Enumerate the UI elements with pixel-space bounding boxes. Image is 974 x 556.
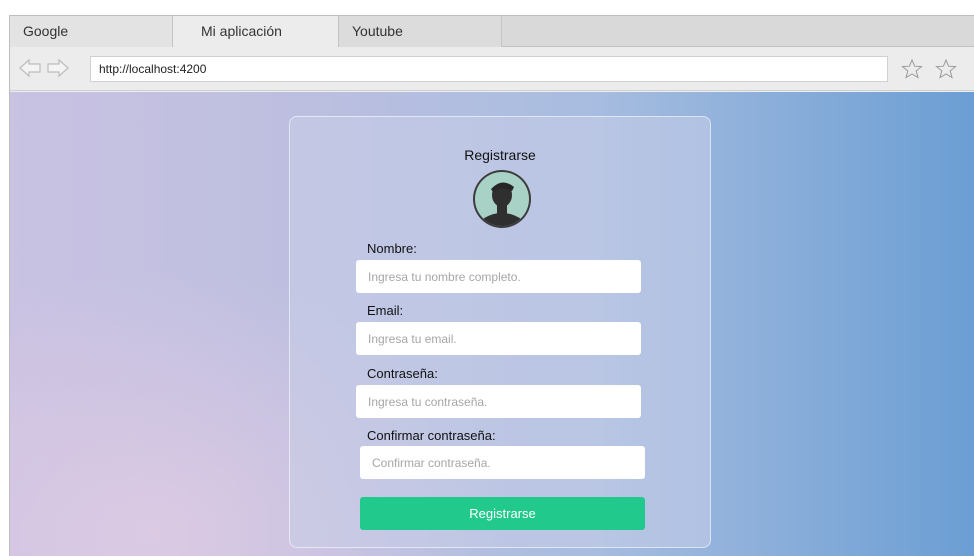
label-contrasena: Contraseña: (367, 366, 438, 381)
arrow-left-icon[interactable] (18, 57, 42, 79)
form-title: Registrarse (464, 147, 536, 163)
tab-bar: Google Mi aplicación Youtube (10, 16, 974, 47)
url-bar[interactable]: http://localhost:4200 (90, 56, 888, 82)
tab-google[interactable]: Google (10, 16, 173, 47)
email-input[interactable] (356, 322, 641, 355)
nombre-input[interactable] (356, 260, 641, 293)
browser-window: Google Mi aplicación Youtube http://loca… (9, 15, 974, 556)
star-icon[interactable] (934, 58, 958, 80)
bookmark-icons (900, 58, 970, 80)
label-nombre: Nombre: (367, 241, 417, 256)
arrow-right-icon[interactable] (46, 57, 70, 79)
label-confirmar-contrasena: Confirmar contraseña: (367, 428, 496, 443)
tab-mi-aplicacion[interactable]: Mi aplicación (173, 16, 339, 47)
address-toolbar: http://localhost:4200 (10, 47, 974, 91)
user-avatar-icon (473, 170, 531, 228)
nav-arrows (18, 57, 78, 79)
confirm-password-input[interactable] (360, 446, 645, 479)
password-input[interactable] (356, 385, 641, 418)
star-icon[interactable] (900, 58, 924, 80)
register-card: Registrarse Nombre: Email: Contraseña: (289, 116, 711, 548)
page-viewport: Registrarse Nombre: Email: Contraseña: (10, 92, 974, 556)
register-button[interactable]: Registrarse (360, 497, 645, 530)
label-email: Email: (367, 303, 404, 318)
tab-youtube[interactable]: Youtube (339, 16, 502, 47)
